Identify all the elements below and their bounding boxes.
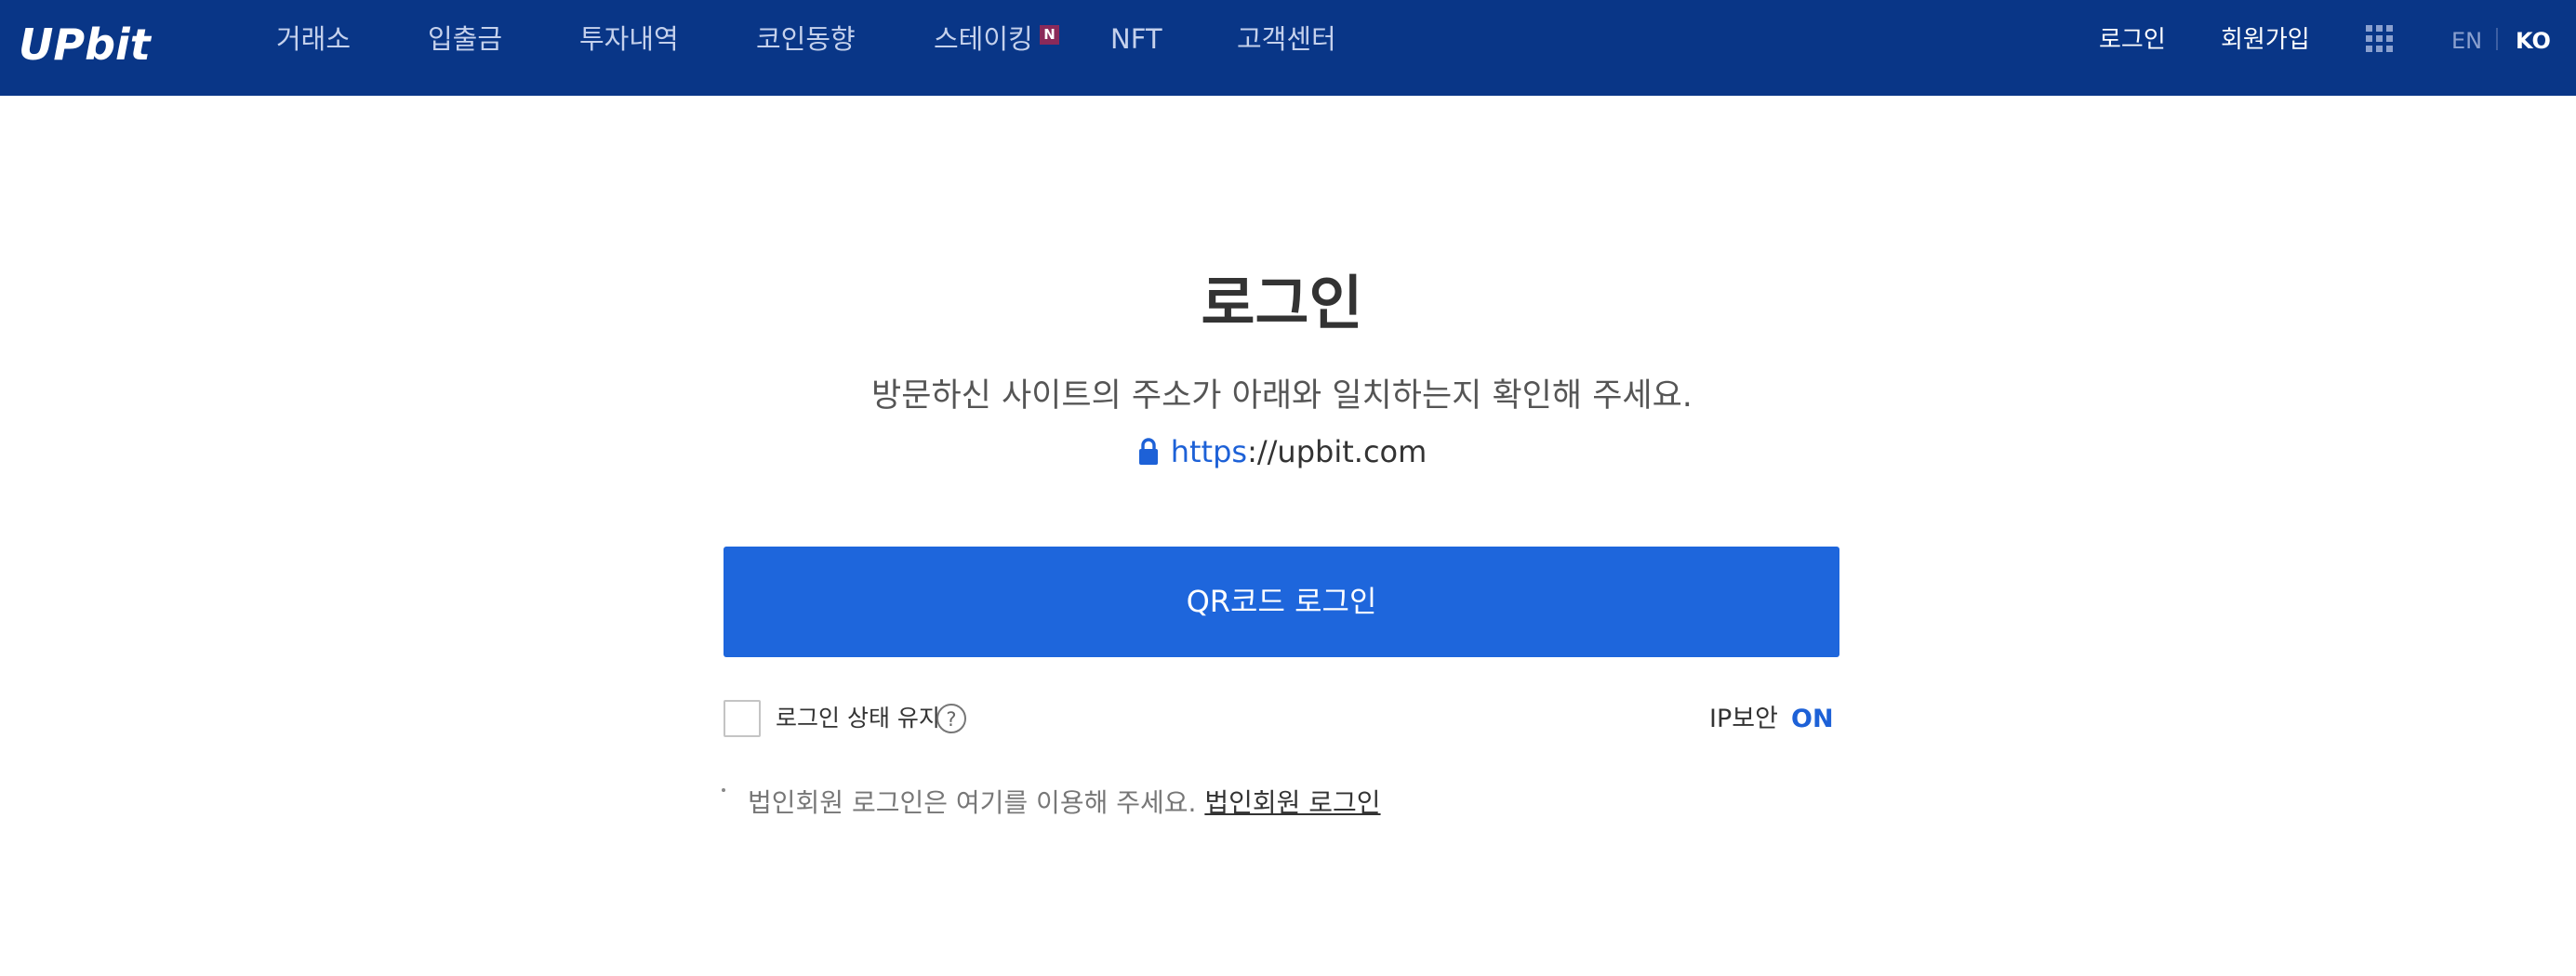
corporate-login-link[interactable]: 법인회원 로그인 [1204, 787, 1380, 818]
svg-text:?: ? [946, 708, 956, 731]
page-title: 로그인 [1201, 270, 1363, 337]
header-signup-link[interactable]: 회원가입 [2221, 24, 2310, 56]
grid-icon[interactable] [2366, 25, 2394, 53]
upbit-logo[interactable]: UPbit [17, 19, 167, 71]
nav-item-exchange[interactable]: 거래소 [276, 22, 351, 56]
ip-security-label: IP보안 [1709, 705, 1778, 733]
bullet-dot [722, 788, 725, 792]
question-circle-icon[interactable]: ? [936, 703, 967, 734]
lang-en-button[interactable]: EN [2451, 27, 2482, 55]
header-login-link[interactable]: 로그인 [2099, 24, 2166, 56]
keep-login-label[interactable]: 로그인 상태 유지 [776, 703, 940, 734]
corporate-notice-text: 법인회원 로그인은 여기를 이용해 주세요. [748, 787, 1197, 818]
lock-icon [1138, 438, 1158, 465]
logo-text: UPbit [19, 20, 153, 70]
nav-item-nft[interactable]: NFT [1110, 22, 1162, 56]
nav-item-customer-center[interactable]: 고객센터 [1237, 22, 1336, 56]
ip-security-toggle[interactable]: ON [1791, 704, 1834, 735]
site-url: https://upbit.com [0, 433, 2564, 470]
nav-item-staking[interactable]: 스테이킹 [934, 22, 1033, 56]
lang-divider [2496, 28, 2498, 50]
nav-item-coin-trends[interactable]: 코인동향 [756, 22, 856, 56]
url-check-notice: 방문하신 사이트의 주소가 아래와 일치하는지 확인해 주세요. [871, 377, 1693, 415]
top-header: UPbit 거래소 입출금 투자내역 코인동향 스테이킹 N NFT 고객센터 … [0, 0, 2576, 96]
nav-item-deposit-withdraw[interactable]: 입출금 [428, 22, 502, 56]
qr-login-button[interactable]: QR코드 로그인 [724, 547, 1839, 657]
new-badge: N [1040, 25, 1059, 45]
keep-login-checkbox[interactable] [724, 700, 761, 737]
url-host: ://upbit.com [1247, 434, 1427, 469]
url-scheme: https [1170, 434, 1248, 469]
nav-item-investments[interactable]: 투자내역 [579, 22, 679, 56]
corporate-login-notice: 법인회원 로그인은 여기를 이용해 주세요. 법인회원 로그인 [748, 786, 1381, 820]
lang-ko-button[interactable]: KO [2516, 27, 2551, 55]
